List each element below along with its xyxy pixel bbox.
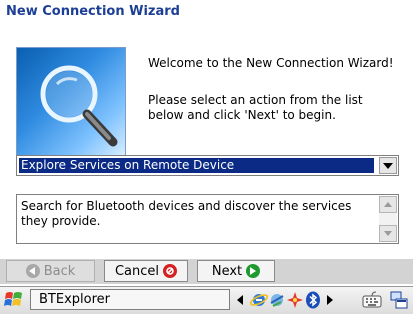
back-arrow-icon: [25, 264, 40, 278]
back-button[interactable]: Back: [6, 260, 95, 282]
description-box: Search for Bluetooth devices and discove…: [16, 194, 399, 244]
next-button-label: Next: [211, 263, 243, 279]
bluetooth-icon[interactable]: [304, 291, 322, 309]
start-flag-icon[interactable]: [4, 290, 24, 310]
description-text: Search for Bluetooth devices and discove…: [21, 199, 352, 228]
dropdown-arrow-button[interactable]: [379, 157, 397, 174]
active-app-button[interactable]: BTExplorer: [30, 289, 230, 310]
bluetooth-activity-icon[interactable]: [286, 291, 304, 309]
instructions-text: Please select an action from the list be…: [148, 93, 363, 122]
scroll-right-icon[interactable]: [326, 295, 334, 305]
welcome-text: Welcome to the New Connection Wizard!: [148, 56, 394, 70]
back-button-label: Back: [43, 263, 76, 279]
next-arrow-icon: [246, 264, 261, 278]
next-button[interactable]: Next: [197, 260, 275, 282]
display-icon[interactable]: [389, 290, 409, 310]
notification-tray: [236, 290, 334, 310]
scroll-left-icon[interactable]: [236, 295, 244, 305]
chevron-down-icon: [383, 162, 393, 169]
scroll-up-button[interactable]: [379, 196, 397, 213]
magnifier-icon: [40, 65, 118, 147]
cancel-button-label: Cancel: [114, 263, 160, 279]
action-dropdown[interactable]: Explore Services on Remote Device: [16, 155, 399, 176]
cancel-icon: [163, 264, 178, 278]
wizard-title: New Connection Wizard: [6, 4, 180, 19]
keyboard-icon[interactable]: [362, 290, 382, 310]
magnifier-hero-image: [16, 47, 126, 157]
network-icon[interactable]: [268, 291, 286, 309]
scroll-down-button[interactable]: [379, 225, 397, 242]
cancel-button[interactable]: Cancel: [104, 260, 188, 282]
scroll-up-icon: [384, 202, 392, 207]
action-dropdown-value: Explore Services on Remote Device: [19, 158, 374, 173]
internet-explorer-icon[interactable]: [250, 291, 268, 309]
description-scrollbar[interactable]: [379, 196, 397, 242]
scroll-down-icon: [384, 231, 392, 236]
